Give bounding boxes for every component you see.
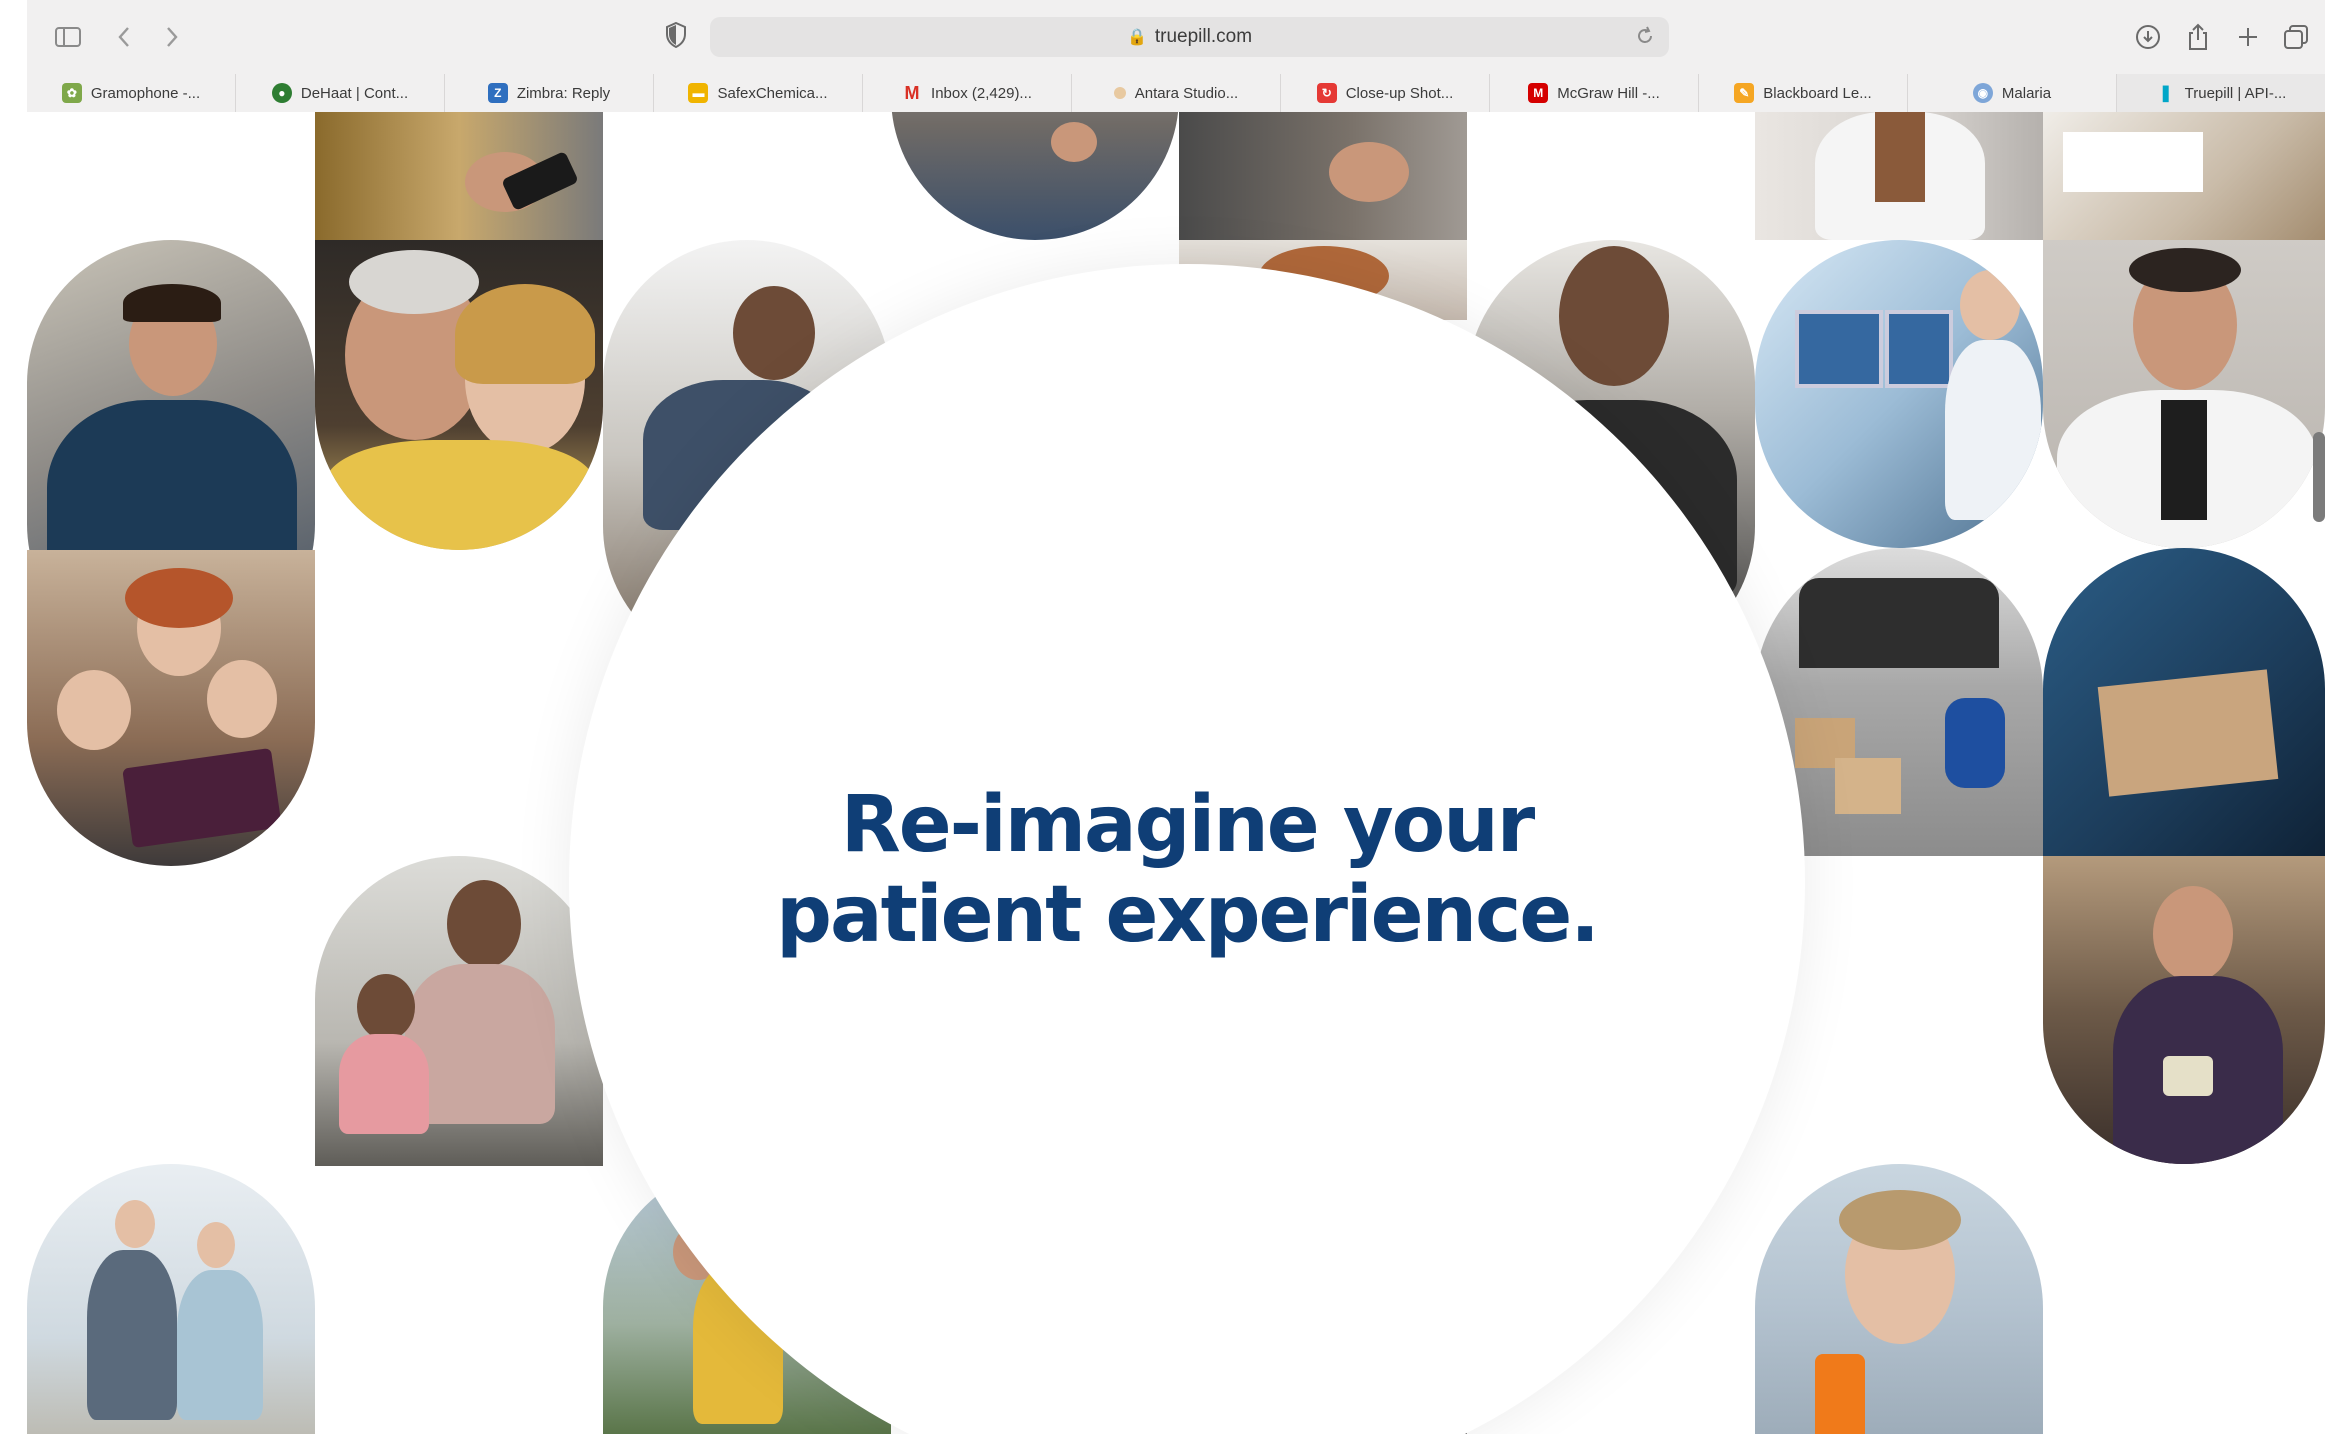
photo-smiling-couple-tile xyxy=(315,240,603,550)
address-url: truepill.com xyxy=(1154,26,1253,47)
downloads-icon[interactable] xyxy=(2131,20,2165,54)
photo-woman-with-medication-tile xyxy=(1755,1164,2043,1434)
page-scrollbar[interactable] xyxy=(2313,432,2325,522)
tab-overview-icon[interactable] xyxy=(2279,20,2313,54)
photo-mother-with-children-tile xyxy=(27,550,315,866)
photo-pharmacy-boxes-tile xyxy=(2043,112,2325,240)
hero-headline: Re-imagine your patient experience. xyxy=(569,780,1805,960)
hero-headline-line-1: Re-imagine your xyxy=(840,780,1536,870)
truepill-favicon: ❚ xyxy=(2158,85,2173,102)
photo-father-and-daughter-kitchen-tile xyxy=(315,856,603,1166)
bookmark-blackboard[interactable]: ✎ Blackboard Le... xyxy=(1698,74,1907,112)
photo-hands-with-phone-tile xyxy=(315,112,603,240)
truepill-page: Re-imagine your patient experience. xyxy=(27,112,2325,1434)
bookmark-zimbra[interactable]: Z Zimbra: Reply xyxy=(444,74,653,112)
photo-person-on-couch-tile xyxy=(891,112,1179,240)
privacy-shield-icon[interactable] xyxy=(665,21,687,53)
back-icon[interactable] xyxy=(107,20,141,54)
bookmark-inbox[interactable]: M Inbox (2,429)... xyxy=(862,74,1071,112)
new-tab-icon[interactable] xyxy=(2231,20,2265,54)
photo-pharmacist-top-tile xyxy=(1755,112,2043,240)
gramophone-favicon: ✿ xyxy=(61,83,82,103)
photo-person-resting-tile xyxy=(1179,112,1467,240)
bookmark-malaria[interactable]: ◉ Malaria xyxy=(1907,74,2116,112)
bookmark-antara[interactable]: Antara Studio... xyxy=(1071,74,1280,112)
address-bar[interactable]: 🔒 truepill.com xyxy=(710,17,1669,57)
photo-lab-scientist-tile xyxy=(1755,240,2043,548)
gmail-favicon: M xyxy=(904,82,920,103)
photo-man-reading-label-tile xyxy=(2043,856,2325,1164)
browser-toolbar: 🔒 truepill.com xyxy=(27,0,2325,74)
bookmark-dehaat[interactable]: ● DeHaat | Cont... xyxy=(235,74,444,112)
mcgrawhill-favicon: M xyxy=(1528,83,1549,103)
share-icon[interactable] xyxy=(2181,20,2215,54)
bookmark-safex[interactable]: ▬ SafexChemica... xyxy=(653,74,862,112)
blackboard-favicon: ✎ xyxy=(1734,83,1755,103)
forward-icon[interactable] xyxy=(155,20,189,54)
photo-seniors-with-bikes-tile xyxy=(27,1164,315,1434)
bookmark-truepill[interactable]: ❚ Truepill | API-... xyxy=(2116,74,2325,112)
bookmark-closeup[interactable]: ↻ Close-up Shot... xyxy=(1280,74,1489,112)
bookmark-gramophone[interactable]: ✿ Gramophone -... xyxy=(27,74,235,112)
photo-smiling-doctor-tile xyxy=(2043,240,2325,548)
antara-favicon xyxy=(1113,87,1126,99)
lock-icon: 🔒 xyxy=(1126,29,1147,46)
closeup-favicon: ↻ xyxy=(1316,83,1337,103)
safex-favicon: ▬ xyxy=(688,83,709,103)
photo-package-handoff-tile xyxy=(2043,548,2325,856)
sidebar-toggle-icon[interactable] xyxy=(51,20,85,54)
reload-icon[interactable] xyxy=(1635,26,1655,51)
bookmark-mcgrawhill[interactable]: M McGraw Hill -... xyxy=(1489,74,1698,112)
zimbra-favicon: Z xyxy=(487,83,508,103)
hero-headline-line-2: patient experience. xyxy=(776,870,1600,960)
bookmarks-bar: ✿ Gramophone -... ● DeHaat | Cont... Z Zimb… xyxy=(27,74,2325,112)
browser-chrome: 🔒 truepill.com ✿ Gramophone -... ● DeHaat |… xyxy=(27,0,2325,113)
dehaat-favicon: ● xyxy=(271,83,292,103)
malaria-favicon: ◉ xyxy=(1972,83,1993,103)
